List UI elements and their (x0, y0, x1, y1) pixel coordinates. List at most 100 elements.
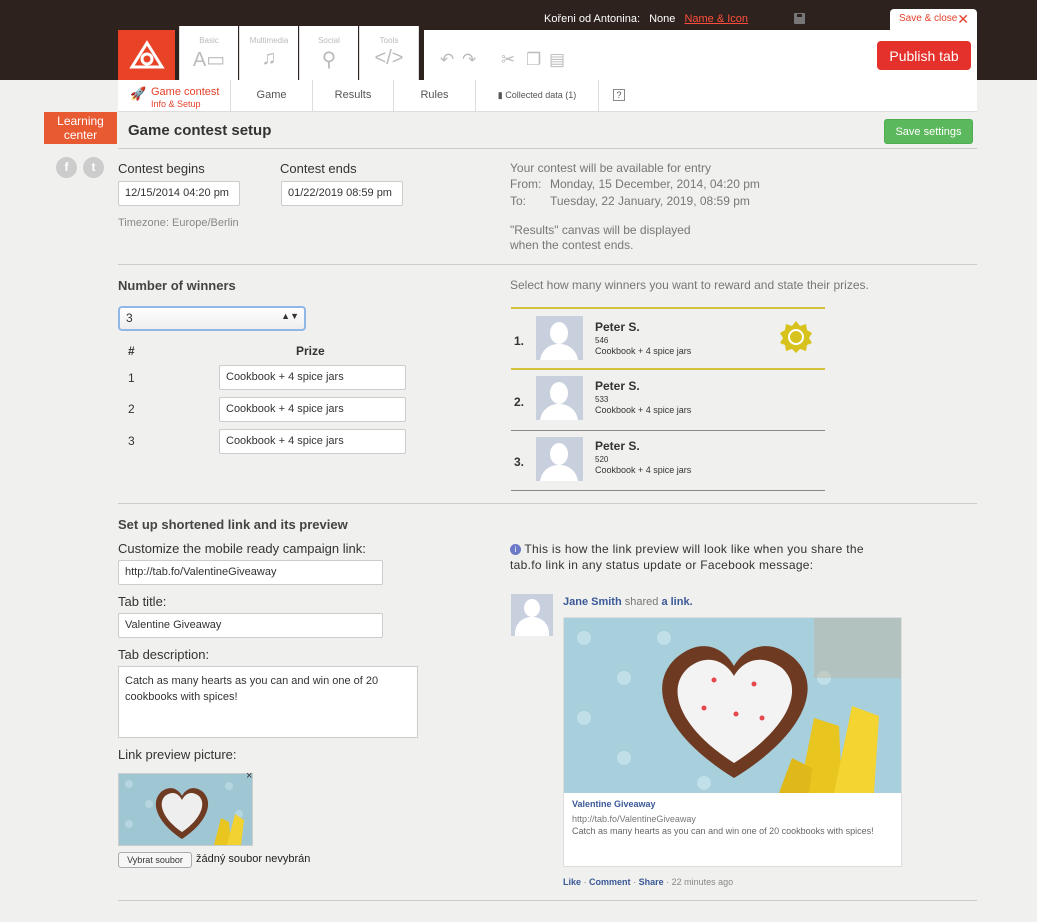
save-close-button[interactable]: Save & close ✕ (890, 9, 977, 31)
cookie-heart-image (564, 618, 901, 793)
winner-name: Peter S. (595, 379, 640, 393)
text-image-icon: A▭ (192, 49, 226, 71)
winner-rank: 1. (514, 334, 525, 348)
info-icon: i (510, 544, 521, 555)
subtab-active-title: Game contest (151, 86, 220, 98)
timezone-text: Timezone: Europe/Berlin (118, 217, 239, 229)
account-info: Kořeni od Antonina: None Name & Icon (544, 13, 748, 25)
cookie-heart-image (119, 774, 252, 845)
tab-tools-label: Tools (379, 36, 399, 45)
subtab-collected-data[interactable]: ▮ Collected data (1) (476, 80, 599, 111)
from-value: Monday, 15 December, 2014, 04:20 pm (550, 177, 760, 191)
avatar (536, 376, 583, 420)
subtab-rules[interactable]: Rules (394, 80, 476, 111)
paste-icon[interactable]: ▤ (549, 50, 565, 70)
fb-shared-text: shared (624, 596, 659, 608)
redo-icon[interactable]: ↷ (462, 50, 476, 70)
link-heading: Set up shortened link and its preview (118, 517, 348, 532)
help-icon: ? (613, 89, 625, 101)
availability-info: Your contest will be available for entry (510, 161, 711, 175)
film-music-icon: ♫ (261, 47, 277, 69)
column-number-header: # (128, 344, 135, 358)
tab-social[interactable]: Social ⚲ (299, 26, 358, 80)
tab-tools[interactable]: Tools </> (359, 26, 419, 80)
prize-input[interactable]: Cookbook + 4 spice jars (219, 365, 406, 390)
prize-row-number: 3 (128, 434, 135, 448)
tab-multimedia[interactable]: Multimedia ♫ (239, 26, 298, 80)
winner-name: Peter S. (595, 320, 640, 334)
winner-preview-row: 1. Peter S. 546 Cookbook + 4 spice jars (511, 307, 825, 370)
subtab-game[interactable]: Game (231, 80, 313, 111)
avatar (536, 437, 583, 481)
separator: · (633, 877, 637, 887)
publish-tab-button[interactable]: Publish tab (877, 41, 971, 70)
avatar (536, 316, 583, 360)
winner-prize: Cookbook + 4 spice jars (595, 346, 692, 356)
subtab-collected-label: Collected data (1) (505, 90, 577, 100)
tab-social-label: Social (318, 36, 340, 45)
tab-description-label: Tab description: (118, 647, 210, 662)
account-name: Kořeni od Antonina: (544, 13, 641, 25)
divider (118, 264, 977, 265)
winner-preview-row: 3. Peter S. 520 Cookbook + 4 spice jars (511, 431, 825, 491)
account-value: None (649, 13, 676, 25)
fb-like-link[interactable]: Like (563, 877, 581, 887)
fb-card-title[interactable]: Valentine Giveaway (572, 799, 656, 809)
facebook-icon[interactable]: f (56, 157, 77, 178)
remove-picture-icon[interactable]: × (246, 770, 252, 782)
column-prize-header: Prize (296, 344, 325, 358)
fb-comment-link[interactable]: Comment (589, 877, 631, 887)
subtab-game-contest[interactable]: 🚀 Game contest Info & Setup (118, 80, 231, 111)
tab-basic[interactable]: Basic A▭ (179, 26, 238, 80)
fb-post-header: Jane Smith shared a link. (563, 596, 693, 608)
winners-count-select[interactable]: 3 ▲▼ (118, 306, 306, 331)
save-settings-button[interactable]: Save settings (884, 119, 973, 144)
link-preview-info: i This is how the link preview will look… (510, 541, 870, 573)
divider (118, 503, 977, 504)
fb-share-link[interactable]: Share (639, 877, 664, 887)
cut-icon[interactable]: ✂ (501, 50, 515, 70)
learning-center-button[interactable]: Learning center (44, 112, 117, 144)
tab-title-label: Tab title: (118, 594, 167, 609)
contest-begins-label: Contest begins (118, 161, 205, 176)
winner-prize: Cookbook + 4 spice jars (595, 405, 692, 415)
campaign-link-input[interactable]: http://tab.fo/ValentineGiveaway (118, 560, 383, 585)
subtab-results[interactable]: Results (313, 80, 394, 111)
divider (118, 900, 977, 901)
fb-user-name[interactable]: Jane Smith (563, 596, 622, 608)
tab-description-textarea[interactable]: Catch as many hearts as you can and win … (118, 666, 418, 738)
separator: · (666, 877, 670, 887)
tab-title-input[interactable]: Valentine Giveaway (118, 613, 383, 638)
app-logo[interactable] (118, 30, 175, 80)
page-title: Game contest setup (128, 122, 272, 139)
document-icon: ▮ (497, 90, 503, 100)
undo-icon[interactable]: ↶ (440, 50, 454, 70)
copy-icon[interactable]: ❐ (526, 50, 541, 70)
select-arrows-icon: ▲▼ (281, 311, 299, 321)
campaign-link-label: Customize the mobile ready campaign link… (118, 541, 366, 556)
contest-ends-label: Contest ends (280, 161, 357, 176)
fb-card-url: http://tab.fo/ValentineGiveaway (572, 814, 696, 824)
preview-picture-label: Link preview picture: (118, 747, 237, 762)
name-icon-link[interactable]: Name & Icon (684, 13, 748, 25)
prize-row-number: 2 (128, 402, 135, 416)
link-preview-info-text: This is how the link preview will look l… (510, 542, 864, 572)
winners-heading: Number of winners (118, 278, 236, 293)
prize-input[interactable]: Cookbook + 4 spice jars (219, 429, 406, 454)
prize-row-number: 1 (128, 371, 135, 385)
choose-file-button[interactable]: Vybrat soubor (118, 852, 192, 868)
fb-a-link[interactable]: a link. (661, 596, 692, 608)
winners-count-value: 3 (126, 311, 133, 325)
prize-input[interactable]: Cookbook + 4 spice jars (219, 397, 406, 422)
separator: · (583, 877, 587, 887)
twitter-icon[interactable]: t (83, 157, 104, 178)
contest-ends-input[interactable]: 01/22/2019 08:59 pm (281, 181, 403, 206)
rocket-icon: 🚀 (130, 86, 147, 101)
tab-basic-label: Basic (199, 36, 219, 45)
contest-begins-input[interactable]: 12/15/2014 04:20 pm (118, 181, 240, 206)
save-icon[interactable] (794, 13, 805, 24)
fb-card-description: Catch as many hearts as you can and win … (572, 826, 874, 836)
help-button[interactable]: ? (599, 80, 639, 111)
fb-post-actions: Like · Comment · Share · 22 minutes ago (563, 877, 733, 887)
fb-link-card[interactable]: Valentine Giveaway http://tab.fo/Valenti… (563, 617, 902, 867)
